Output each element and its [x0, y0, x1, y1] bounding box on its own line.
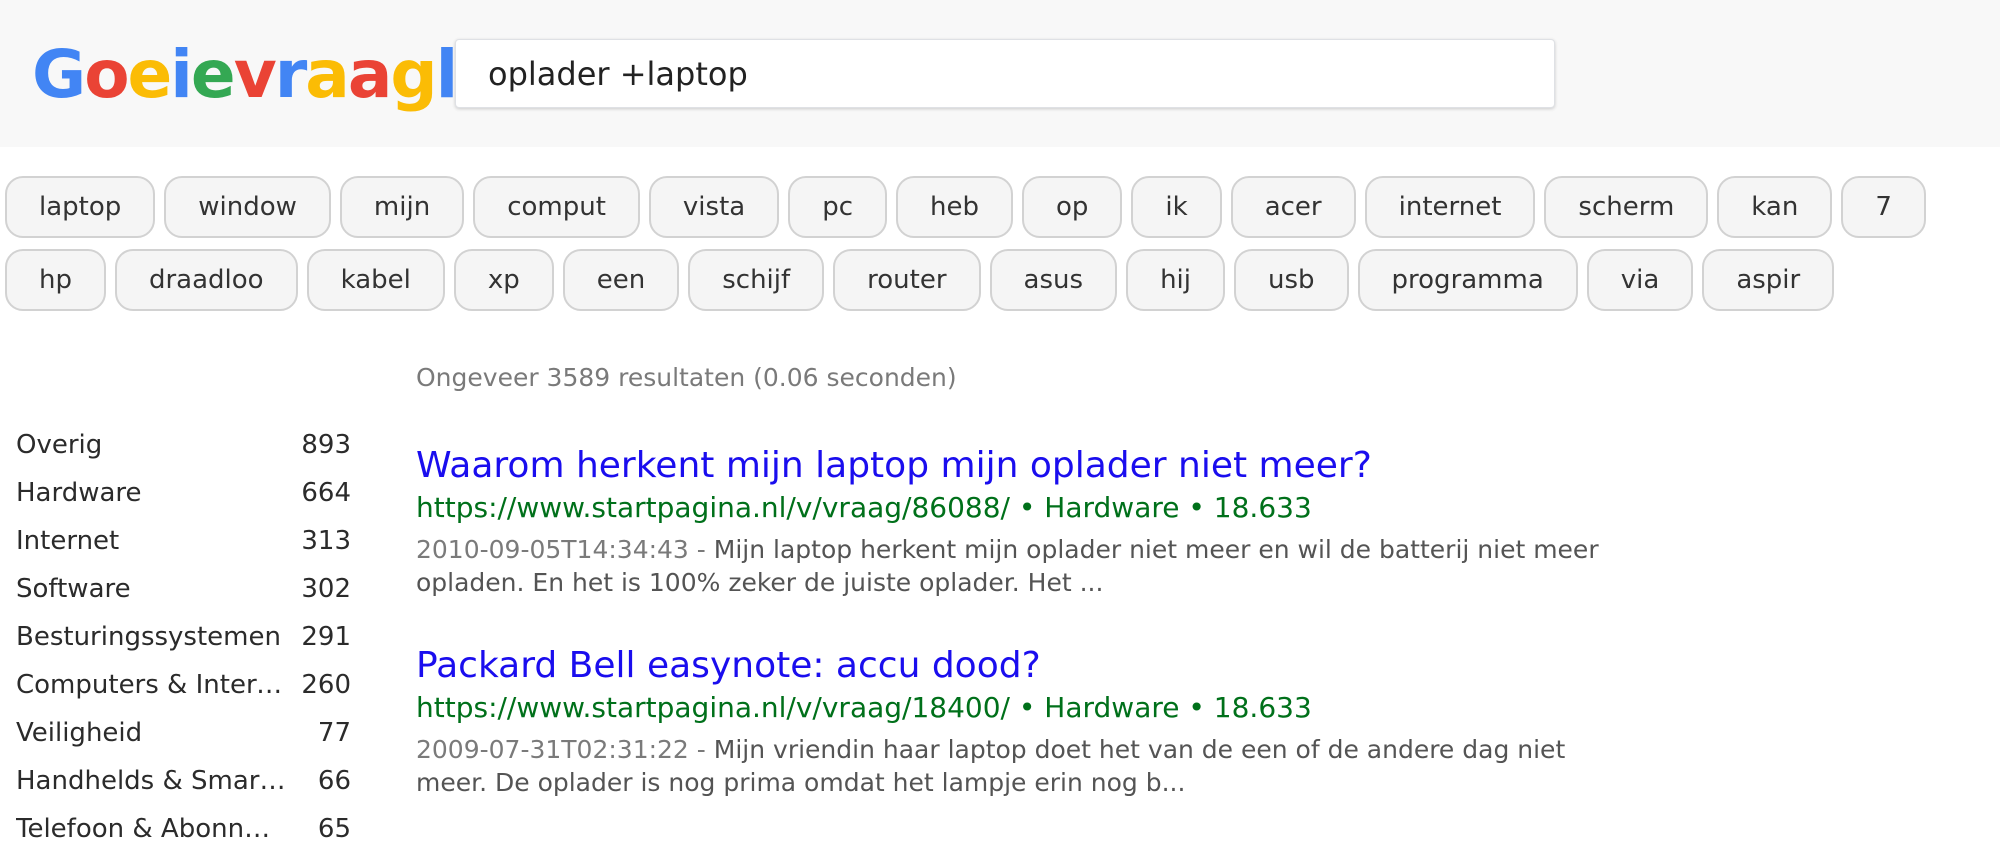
- category-item[interactable]: Software 302: [16, 569, 351, 617]
- result-date: 2010-09-05T14:34:43: [416, 535, 689, 564]
- site-logo[interactable]: Goeievraagle: [32, 30, 501, 120]
- term-chip-ik[interactable]: ik: [1131, 176, 1222, 238]
- term-chip-comput[interactable]: comput: [473, 176, 640, 238]
- category-name: Software: [16, 574, 131, 604]
- term-chip-7[interactable]: 7: [1841, 176, 1926, 238]
- term-chip-programma[interactable]: programma: [1357, 249, 1578, 311]
- category-name: Hardware: [16, 478, 142, 508]
- result-date: 2009-07-31T02:31:22: [416, 735, 689, 764]
- logo-letter: e: [127, 36, 173, 113]
- category-name: Veiligheid: [16, 718, 143, 748]
- logo-letter: o: [84, 36, 129, 113]
- header-bar: Goeievraagle: [0, 0, 2000, 147]
- result-url-meta: https://www.startpagina.nl/v/vraag/86088…: [416, 491, 1312, 524]
- result-title-link[interactable]: Waarom herkent mijn laptop mijn oplader …: [416, 443, 1616, 489]
- term-chip-asus[interactable]: asus: [989, 249, 1118, 311]
- result-snippet: 2010-09-05T14:34:43 - Mijn laptop herken…: [416, 533, 1616, 599]
- logo-letter: G: [32, 36, 86, 113]
- category-item[interactable]: Overig 893: [16, 425, 351, 473]
- term-chip-usb[interactable]: usb: [1234, 249, 1349, 311]
- result-url-meta: https://www.startpagina.nl/v/vraag/18400…: [416, 691, 1312, 724]
- term-chip-kan[interactable]: kan: [1717, 176, 1833, 238]
- category-count: 260: [301, 670, 351, 700]
- search-input[interactable]: [488, 40, 1528, 107]
- term-chip-scherm[interactable]: scherm: [1544, 176, 1709, 238]
- category-name: Internet: [16, 526, 120, 556]
- term-chip-window[interactable]: window: [164, 176, 331, 238]
- logo-letter: a: [305, 36, 350, 113]
- logo-letter: g: [390, 36, 437, 113]
- logo-letter: e: [190, 36, 236, 113]
- term-chip-internet[interactable]: internet: [1364, 176, 1536, 238]
- term-chip-een[interactable]: een: [562, 249, 680, 311]
- related-terms-row-2: hp draadloo kabel xp een schijf router asus hij u…: [5, 249, 1835, 311]
- term-chip-kabel[interactable]: kabel: [306, 249, 445, 311]
- snippet-separator: -: [688, 535, 714, 564]
- snippet-separator: -: [688, 735, 714, 764]
- category-count: 664: [301, 478, 351, 508]
- category-count: 291: [301, 622, 351, 652]
- category-item[interactable]: Handhelds & Smartphones 66: [16, 761, 351, 809]
- category-name: Besturingssystemen: [16, 622, 281, 652]
- term-chip-hij[interactable]: hij: [1126, 249, 1225, 311]
- category-item[interactable]: Internet 313: [16, 521, 351, 569]
- category-count: 77: [317, 718, 351, 748]
- result-stats: Ongeveer 3589 resultaten (0.06 seconden): [416, 363, 957, 392]
- term-chip-laptop[interactable]: laptop: [5, 176, 156, 238]
- result-snippet: 2009-07-31T02:31:22 - Mijn vriendin haar…: [416, 733, 1616, 799]
- category-item[interactable]: Hardware 664: [16, 473, 351, 521]
- term-chip-mijn[interactable]: mijn: [339, 176, 465, 238]
- category-name: Computers & Internet: [16, 670, 286, 700]
- term-chip-heb[interactable]: heb: [896, 176, 1013, 238]
- term-chip-router[interactable]: router: [833, 249, 981, 311]
- search-result: Packard Bell easynote: accu dood? https:…: [416, 643, 1616, 799]
- category-name: Handhelds & Smartphones: [16, 766, 286, 796]
- term-chip-hp[interactable]: hp: [5, 249, 106, 311]
- term-chip-via[interactable]: via: [1586, 249, 1694, 311]
- term-chip-acer[interactable]: acer: [1230, 176, 1356, 238]
- result-title-link[interactable]: Packard Bell easynote: accu dood?: [416, 643, 1616, 689]
- logo-letter: v: [233, 36, 277, 113]
- category-count: 66: [317, 766, 351, 796]
- category-count: 65: [317, 814, 351, 844]
- term-chip-pc[interactable]: pc: [788, 176, 888, 238]
- category-count: 893: [301, 430, 351, 460]
- term-chip-vista[interactable]: vista: [648, 176, 780, 238]
- search-box[interactable]: [455, 39, 1555, 108]
- term-chip-op[interactable]: op: [1022, 176, 1123, 238]
- logo-letter: r: [274, 36, 308, 113]
- term-chip-draadloo[interactable]: draadloo: [114, 249, 298, 311]
- category-count: 302: [301, 574, 351, 604]
- category-name: Overig: [16, 430, 103, 460]
- term-chip-xp[interactable]: xp: [453, 249, 554, 311]
- category-item[interactable]: Computers & Internet 260: [16, 665, 351, 713]
- search-result: Waarom herkent mijn laptop mijn oplader …: [416, 443, 1616, 599]
- category-item[interactable]: Besturingssystemen 291: [16, 617, 351, 665]
- related-terms-row-1: laptop window mijn comput vista pc heb op ik acer…: [5, 176, 1926, 238]
- category-count: 313: [301, 526, 351, 556]
- category-item[interactable]: Telefoon & Abonnementen 65: [16, 809, 351, 857]
- category-item[interactable]: Veiligheid 77: [16, 713, 351, 761]
- logo-letter: l: [435, 36, 459, 113]
- logo-letter: i: [170, 36, 193, 113]
- term-chip-schijf[interactable]: schijf: [688, 249, 825, 311]
- category-name: Telefoon & Abonnementen: [16, 814, 286, 844]
- term-chip-aspir[interactable]: aspir: [1702, 249, 1835, 311]
- category-sidebar: Overig 893 Hardware 664 Internet 313 Software 3…: [16, 425, 351, 857]
- logo-letter: a: [347, 36, 393, 113]
